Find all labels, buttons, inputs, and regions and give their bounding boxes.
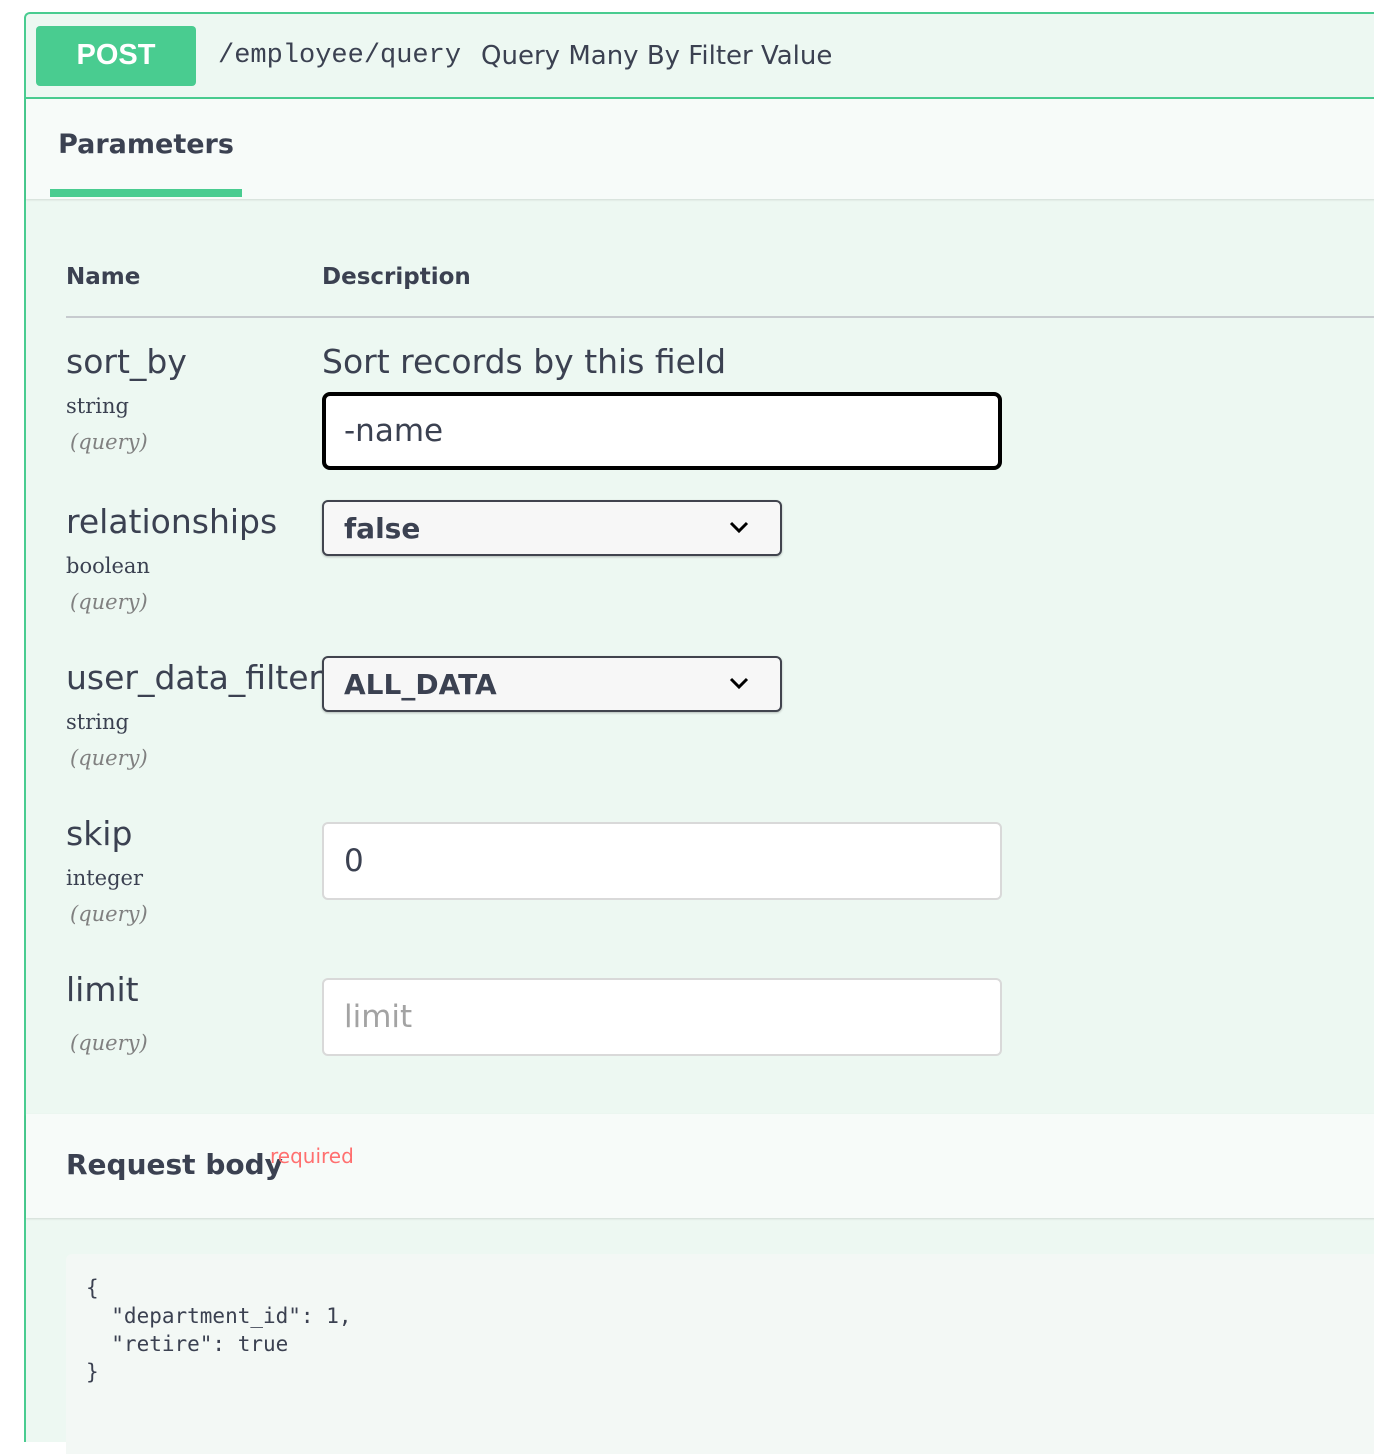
name-column-header: Name — [66, 264, 141, 290]
description-column-header: Description — [322, 264, 471, 290]
param-location-sort-by: (query) — [70, 430, 148, 454]
param-name-skip: skip — [66, 814, 133, 853]
chevron-down-icon — [729, 677, 749, 690]
parameters-section-header: Parameters — [26, 99, 1374, 199]
param-location-relationships: (query) — [70, 590, 148, 614]
tab-parameters[interactable]: Parameters — [50, 99, 242, 197]
param-type-user-data-filter: string — [66, 710, 129, 734]
limit-input[interactable]: limit — [322, 978, 1002, 1056]
header-divider — [66, 316, 1374, 318]
param-type-relationships: boolean — [66, 554, 150, 578]
endpoint-path: /employee/query — [218, 40, 462, 71]
param-name-user-data-filter: user_data_filter — [66, 658, 323, 697]
param-type-sort-by: string — [66, 394, 129, 418]
param-location-limit: (query) — [70, 1031, 148, 1055]
param-name-limit: limit — [66, 970, 139, 1009]
method-badge: POST — [36, 25, 196, 86]
operation-block: POST /employee/query Query Many By Filte… — [24, 12, 1374, 1454]
param-location-user-data-filter: (query) — [70, 746, 148, 770]
relationships-selected-value: false — [344, 511, 421, 545]
chevron-down-icon — [729, 521, 749, 534]
request-body-section-header: Request body required — [26, 1114, 1374, 1218]
skip-input[interactable]: 0 — [322, 822, 1002, 900]
operation-description: Query Many By Filter Value — [481, 40, 833, 71]
operation-summary[interactable]: POST /employee/query Query Many By Filte… — [26, 14, 1374, 99]
user-data-filter-select[interactable]: ALL_DATA — [322, 656, 782, 712]
param-location-skip: (query) — [70, 902, 148, 926]
request-body-editor[interactable]: { "department_id": 1, "retire": true } — [66, 1254, 1374, 1454]
request-body-title: Request body — [66, 1148, 283, 1181]
param-type-skip: integer — [66, 866, 144, 890]
relationships-select[interactable]: false — [322, 500, 782, 556]
param-description-sort-by: Sort records by this field — [322, 342, 727, 381]
param-name-relationships: relationships — [66, 502, 278, 541]
required-label: required — [270, 1144, 354, 1168]
param-name-sort-by: sort_by — [66, 342, 187, 381]
user-data-filter-selected-value: ALL_DATA — [344, 667, 497, 701]
sort-by-input[interactable]: -name — [322, 392, 1002, 470]
